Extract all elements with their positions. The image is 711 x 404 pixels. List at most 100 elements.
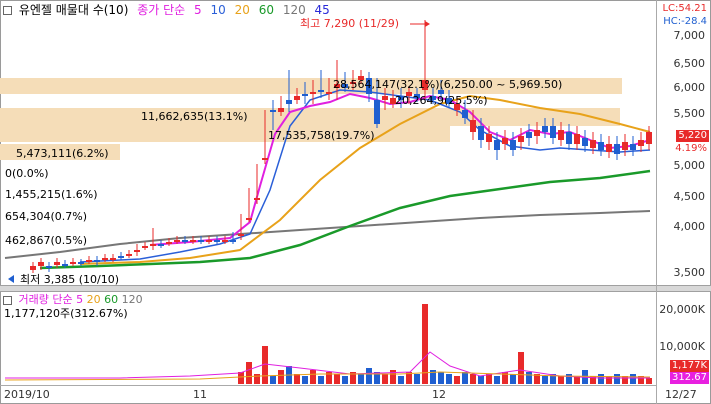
candle-body [214, 240, 220, 242]
candle-body [590, 140, 596, 148]
candle-body [30, 266, 36, 270]
price-tick: 5,000 [673, 159, 706, 172]
volume-ma-5[interactable]: 5 [76, 293, 83, 306]
ma-period-45[interactable]: 45 [315, 3, 330, 17]
low-marker-arrowhead [8, 275, 14, 283]
volume-bar [486, 374, 492, 384]
volume-bar [462, 372, 468, 384]
volume-bar [422, 304, 428, 384]
candle-body [78, 262, 84, 264]
price-tick: 5,500 [673, 107, 706, 120]
candle-body [190, 240, 196, 242]
ma-period-20[interactable]: 20 [235, 3, 250, 17]
ma-period-60[interactable]: 60 [259, 3, 274, 17]
candle-body [326, 92, 332, 94]
collapse-box-icon[interactable] [3, 295, 12, 305]
volume-tick: 20,000K [659, 303, 705, 316]
price-tick: 4,000 [673, 220, 706, 233]
volume-bar [566, 374, 572, 384]
volume-bar [630, 374, 636, 384]
high-annotation: 최고 7,290 (11/29) [300, 17, 400, 30]
volume-profile-label: 0(0.0%) [5, 167, 49, 180]
chart-title: 유엔젤 매물대 수(10) [18, 3, 129, 17]
x-tick: 12 [432, 388, 446, 401]
volume-bar [542, 376, 548, 384]
candle-body [614, 144, 620, 154]
volume-profile-label: 11,662,635(13.1%) [141, 110, 248, 123]
volume-profile-label: 654,304(0.7%) [5, 210, 88, 223]
candle-body [230, 240, 236, 242]
volume-bar [254, 374, 260, 384]
volume-bar [318, 376, 324, 384]
candle-body [254, 198, 260, 200]
chart-legend: 유엔젤 매물대 수(10) 종가 단순 5 10 20 60 120 45 [3, 4, 335, 17]
volume-bar [366, 368, 372, 384]
candle-body [318, 90, 324, 92]
candle-body [534, 130, 540, 136]
candle-body [278, 108, 284, 112]
volume-bar [382, 374, 388, 384]
collapse-box-icon[interactable] [3, 6, 12, 15]
ma-period-10[interactable]: 10 [210, 3, 225, 17]
ma-legend-label: 종가 단순 [137, 3, 186, 17]
volume-bar [454, 376, 460, 384]
volume-bar [446, 374, 452, 384]
candle-body [518, 136, 524, 142]
volume-bar [270, 376, 276, 384]
volume-tick: 10,000K [659, 340, 705, 353]
volume-bar [294, 374, 300, 384]
x-axis-line [0, 385, 657, 386]
price-chart-canvas[interactable] [0, 0, 660, 404]
volume-ma-20[interactable]: 20 [87, 293, 101, 306]
volume-profile-label: 28,564,147(32.1%)(6,250.00 ~ 5,969.50) [333, 78, 563, 91]
volume-bar [494, 376, 500, 384]
candle-body [374, 100, 380, 124]
candle-body [638, 140, 644, 146]
hc-label: HC:-28.4 [663, 16, 707, 27]
volume-profile-label: 17,535,758(19.7%) [268, 129, 375, 142]
candle-body [126, 254, 132, 256]
candle-body [54, 262, 60, 265]
volume-bar [598, 374, 604, 384]
x-tick: 12/27 [665, 388, 697, 401]
volume-legend-ma-label: 단순 [52, 293, 73, 306]
volume-bar [438, 372, 444, 384]
ma-period-120[interactable]: 120 [283, 3, 306, 17]
candle-body [622, 142, 628, 150]
panel-splitter[interactable] [0, 285, 711, 292]
price-tick: 6,500 [673, 57, 706, 70]
volume-profile-bar-2 [0, 108, 620, 126]
price-tick: 4,500 [673, 190, 706, 203]
candle-body [382, 96, 388, 100]
candle-body [630, 144, 636, 150]
candle-body [198, 240, 204, 242]
price-axis[interactable]: LC:54.21 HC:-28.4 7,000 6,500 6,000 5,50… [656, 0, 711, 404]
volume-profile-label: 5,473,111(6.2%) [16, 147, 109, 160]
volume-bar [334, 374, 340, 384]
candle-body [646, 132, 652, 144]
volume-bar [470, 374, 476, 384]
volume-bar [478, 376, 484, 384]
volume-bar [606, 376, 612, 384]
candle-body [38, 262, 44, 266]
ma-period-5[interactable]: 5 [194, 3, 202, 17]
candle-body [566, 132, 572, 144]
volume-bar [358, 374, 364, 384]
candle-body [502, 138, 508, 144]
candle-body [166, 242, 172, 244]
candle-body [118, 256, 124, 258]
volume-ma-60[interactable]: 60 [104, 293, 118, 306]
candle-body [222, 240, 228, 242]
high-marker-arrowhead [425, 21, 430, 27]
volume-profile-label: 20,264,9(25.5%) [395, 94, 488, 107]
x-tick: 2019/10 [4, 388, 50, 401]
volume-bar [302, 376, 308, 384]
candle-body [102, 258, 108, 260]
volume-ma-120[interactable]: 120 [122, 293, 143, 306]
current-change-tag: 4.19% [675, 143, 707, 154]
x-tick: 11 [193, 388, 207, 401]
price-tick: 3,500 [673, 266, 706, 279]
candle-body [486, 134, 492, 142]
volume-bar [510, 374, 516, 384]
volume-bar [398, 376, 404, 384]
